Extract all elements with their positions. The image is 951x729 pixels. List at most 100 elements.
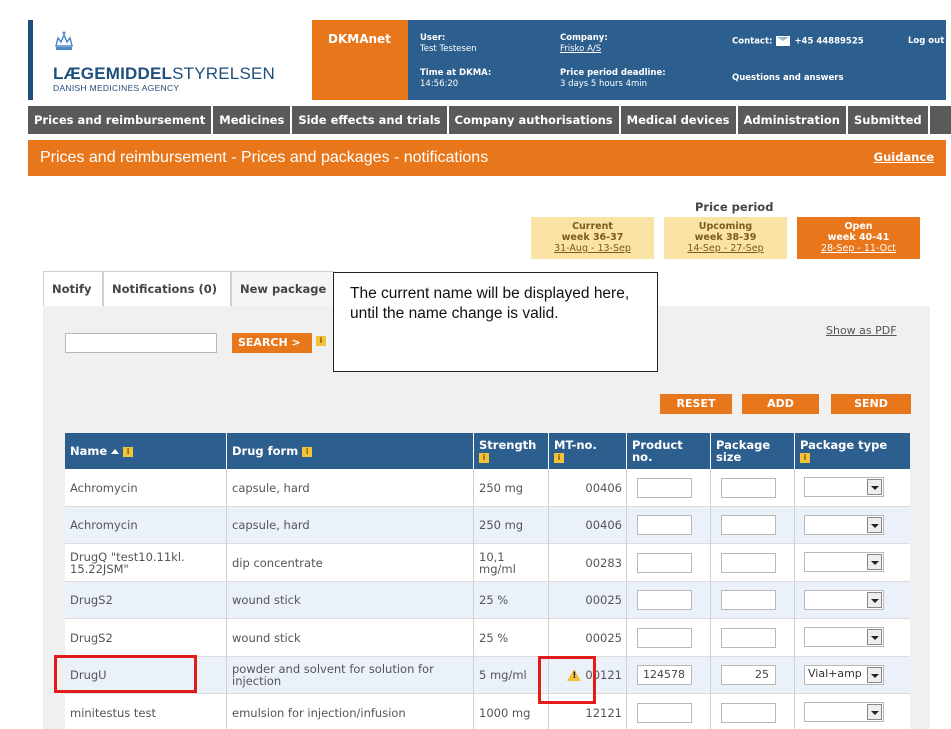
sort-asc-icon [111, 449, 120, 454]
package-size-input[interactable]: 25 [721, 665, 776, 685]
package-type-select[interactable] [804, 589, 884, 610]
package-size-input[interactable] [721, 515, 776, 535]
cell-package-size [710, 544, 794, 581]
page-title: Prices and reimbursement - Prices and pa… [40, 149, 489, 166]
logo-subtitle: DANISH MEDICINES AGENCY [53, 83, 180, 93]
logout-link[interactable]: Log out [908, 36, 944, 47]
chevron-down-icon[interactable] [867, 666, 882, 683]
info-icon[interactable]: i [316, 336, 326, 346]
col-drug-form[interactable]: Drug form i [226, 433, 473, 469]
nav-administration[interactable]: Administration [738, 106, 848, 134]
col-mt-no[interactable]: MT-no. i [548, 433, 626, 469]
warning-icon[interactable] [567, 669, 582, 682]
chevron-down-icon[interactable] [867, 554, 882, 570]
cell-name: minitestus test [65, 694, 226, 729]
mt-no: 00025 [585, 593, 622, 607]
product-no-input[interactable] [637, 627, 692, 648]
drug-form: wound stick [232, 593, 301, 607]
tab-notifications[interactable]: Notifications (0) [103, 271, 231, 306]
cell-mt-no: 00283 [548, 544, 626, 581]
nav-side-effects[interactable]: Side effects and trials [292, 106, 449, 134]
product-no-input[interactable] [637, 702, 692, 723]
info-icon[interactable]: i [302, 446, 313, 457]
price-period-current[interactable]: Current week 36-37 31-Aug - 13-Sep [531, 217, 654, 259]
package-size-input[interactable] [721, 552, 776, 573]
show-as-pdf-link[interactable]: Show as PDF [826, 324, 897, 337]
nav-medicines[interactable]: Medicines [213, 106, 293, 134]
col-name[interactable]: Name i [65, 433, 226, 469]
tab-new-package[interactable]: New package [231, 271, 335, 306]
company-info: Company: Frisko A/S [560, 33, 608, 54]
price-period-open[interactable]: Open week 40-41 28-Sep - 11-Oct [797, 217, 920, 259]
package-type-select[interactable]: Vial+amp [804, 664, 884, 685]
cell-strength: 25 % [473, 581, 548, 619]
nav-submitted[interactable]: Submitted [848, 106, 930, 134]
cell-strength: 250 mg [473, 469, 548, 506]
chevron-down-icon[interactable] [867, 516, 882, 533]
info-icon[interactable]: i [123, 446, 134, 457]
cell-name: Achromycin [65, 507, 226, 544]
package-type-select[interactable] [804, 702, 884, 722]
drug-form: capsule, hard [232, 480, 310, 495]
send-button[interactable]: SEND [831, 394, 911, 414]
cell-product-no [626, 581, 710, 619]
col-package-type[interactable]: Package type i [794, 433, 910, 469]
strength: 250 mg [479, 518, 524, 532]
info-icon[interactable]: i [800, 452, 810, 463]
crown-icon [55, 31, 73, 50]
chevron-down-icon[interactable] [867, 629, 882, 645]
cell-package-type [794, 469, 910, 506]
product-no-input[interactable] [637, 590, 692, 610]
nav-company-auth[interactable]: Company authorisations [449, 106, 621, 134]
guidance-link[interactable]: Guidance [874, 150, 934, 164]
drug-form: powder and solvent for solution for inje… [232, 662, 434, 688]
drug-name: DrugU [70, 668, 107, 682]
info-icon[interactable]: i [554, 452, 564, 463]
tab-notify[interactable]: Notify [43, 271, 103, 306]
package-type-select[interactable] [804, 477, 884, 497]
cell-name: DrugS2 [65, 619, 226, 656]
main-nav: Prices and reimbursement Medicines Side … [28, 106, 951, 134]
info-icon[interactable]: i [479, 452, 489, 463]
add-button[interactable]: ADD [742, 394, 819, 414]
price-period-upcoming[interactable]: Upcoming week 38-39 14-Sep - 27-Sep [664, 217, 787, 259]
chevron-down-icon[interactable] [867, 479, 882, 495]
cell-package-size [710, 694, 794, 729]
app-name: DKMAnet [312, 20, 408, 100]
chevron-down-icon[interactable] [867, 704, 882, 720]
cell-strength: 5 mg/ml [473, 656, 548, 694]
cell-drug-form: dip concentrate [226, 544, 473, 581]
product-no-input[interactable] [637, 552, 692, 573]
nav-medical-devices[interactable]: Medical devices [621, 106, 738, 134]
drug-form: emulsion for injection/infusion [232, 705, 406, 720]
qa-link[interactable]: Questions and answers [732, 73, 844, 84]
cell-strength: 1000 mg [473, 694, 548, 729]
agency-logo[interactable]: LÆGEMIDDELSTYRELSEN DANISH MEDICINES AGE… [28, 20, 312, 100]
reset-button[interactable]: RESET [660, 394, 732, 414]
product-no-input[interactable] [637, 515, 692, 535]
col-package-size[interactable]: Package size [710, 433, 794, 469]
search-button[interactable]: SEARCH > [232, 333, 312, 353]
cell-mt-no: 12121 [548, 694, 626, 729]
mail-icon[interactable] [776, 36, 791, 46]
package-size-input[interactable] [721, 477, 776, 498]
table-row: DrugS2 wound stick 25 % 00025 [65, 619, 910, 657]
cell-product-no [626, 694, 710, 729]
package-size-input[interactable] [721, 590, 776, 610]
package-size-input[interactable] [721, 702, 776, 723]
package-type-select[interactable] [804, 552, 884, 572]
package-type-select[interactable] [804, 514, 884, 535]
drug-name: DrugS2 [70, 630, 113, 645]
table-row: Achromycin capsule, hard 250 mg 00406 [65, 469, 910, 507]
package-size-input[interactable] [721, 627, 776, 648]
product-no-input[interactable] [637, 477, 692, 498]
col-product-no[interactable]: Product no. [626, 433, 710, 469]
search-input[interactable] [65, 333, 217, 353]
company-link[interactable]: Frisko A/S [560, 44, 601, 54]
chevron-down-icon[interactable] [867, 591, 882, 608]
cell-mt-no: 00121 [548, 656, 626, 694]
nav-prices[interactable]: Prices and reimbursement [28, 106, 214, 134]
col-strength[interactable]: Strength i [473, 433, 548, 469]
package-type-select[interactable] [804, 627, 884, 647]
product-no-input[interactable]: 124578 [637, 665, 692, 685]
